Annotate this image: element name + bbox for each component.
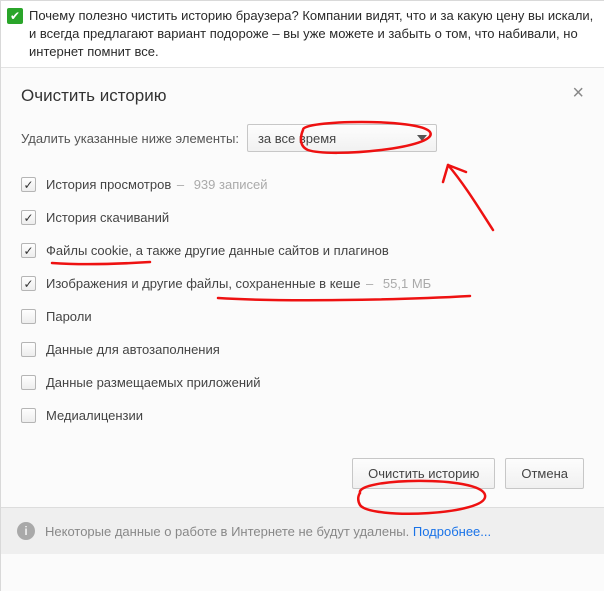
option-label: Данные для автозаполнения	[46, 342, 220, 357]
option-label: История просмотров	[46, 177, 171, 192]
option-label: Данные размещаемых приложений	[46, 375, 261, 390]
checkbox[interactable]	[21, 408, 36, 423]
close-icon[interactable]: ×	[572, 82, 584, 105]
footer-text: Некоторые данные о работе в Интернете не…	[45, 524, 409, 539]
context-note: ✔ Почему полезно чистить историю браузер…	[1, 1, 604, 68]
checkbox[interactable]	[21, 177, 36, 192]
options-list: История просмотров – 939 записей История…	[21, 168, 584, 432]
option-cookies: Файлы cookie, а также другие данные сайт…	[21, 234, 584, 267]
time-range-select[interactable]: за все время	[247, 124, 437, 152]
checkbox[interactable]	[21, 309, 36, 324]
option-autofill: Данные для автозаполнения	[21, 333, 584, 366]
check-badge-icon: ✔	[7, 8, 23, 24]
checkbox[interactable]	[21, 276, 36, 291]
delete-label: Удалить указанные ниже элементы:	[21, 131, 239, 146]
option-hint: 55,1 МБ	[383, 276, 431, 291]
option-hosted-apps: Данные размещаемых приложений	[21, 366, 584, 399]
dialog-title: Очистить историю	[21, 86, 584, 106]
option-label: История скачиваний	[46, 210, 169, 225]
dialog-footer: i Некоторые данные о работе в Интернете …	[1, 507, 604, 554]
delete-row: Удалить указанные ниже элементы: за все …	[21, 124, 584, 152]
info-icon: i	[17, 522, 35, 540]
option-hint: 939 записей	[194, 177, 268, 192]
clear-button[interactable]: Очистить историю	[352, 458, 495, 489]
checkbox[interactable]	[21, 375, 36, 390]
cancel-button[interactable]: Отмена	[505, 458, 584, 489]
checkbox[interactable]	[21, 210, 36, 225]
time-range-value: за все время	[258, 131, 336, 146]
option-label: Медиалицензии	[46, 408, 143, 423]
option-passwords: Пароли	[21, 300, 584, 333]
option-media-licenses: Медиалицензии	[21, 399, 584, 432]
footer-link[interactable]: Подробнее...	[413, 524, 491, 539]
context-note-text: Почему полезно чистить историю браузера?…	[29, 7, 596, 61]
checkbox[interactable]	[21, 342, 36, 357]
option-browsing-history: История просмотров – 939 записей	[21, 168, 584, 201]
option-download-history: История скачиваний	[21, 201, 584, 234]
option-label: Файлы cookie, а также другие данные сайт…	[46, 243, 389, 258]
checkbox[interactable]	[21, 243, 36, 258]
option-label: Пароли	[46, 309, 92, 324]
clear-history-dialog: × Очистить историю Удалить указанные ниж…	[1, 68, 604, 507]
button-row: Очистить историю Отмена	[21, 432, 584, 507]
option-cached-images: Изображения и другие файлы, сохраненные …	[21, 267, 584, 300]
chevron-down-icon	[417, 135, 427, 141]
option-label: Изображения и другие файлы, сохраненные …	[46, 276, 360, 291]
